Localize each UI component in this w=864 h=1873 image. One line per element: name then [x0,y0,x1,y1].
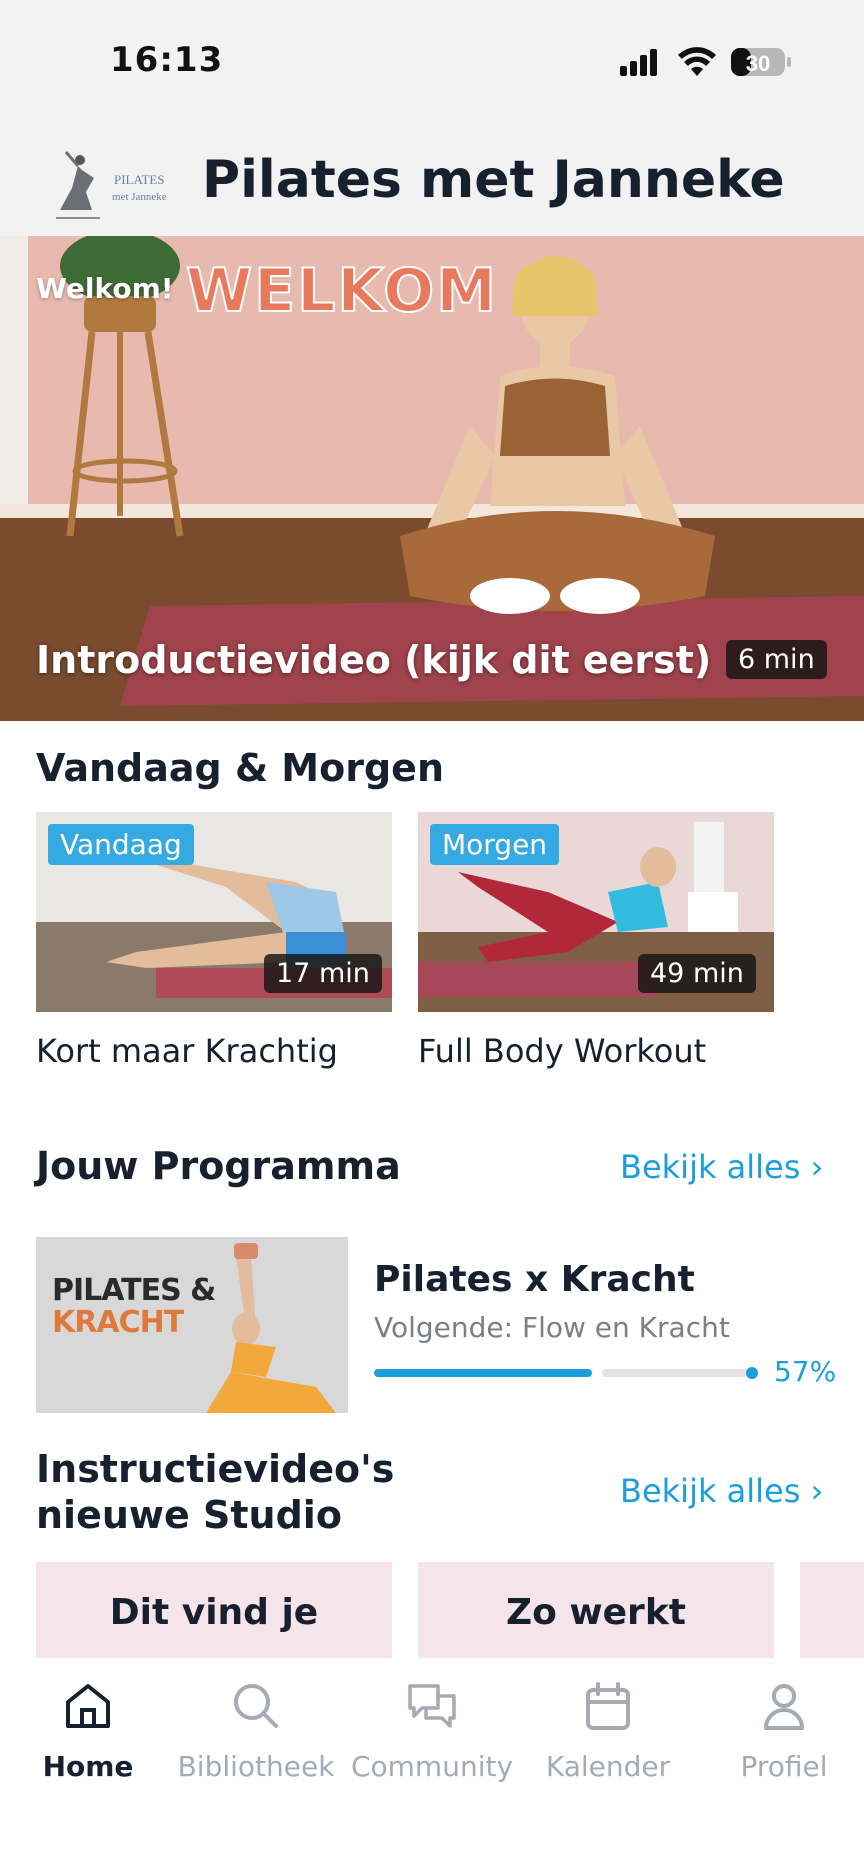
status-time: 16:13 [110,40,224,80]
logo-text-line1: PILATES [114,172,165,187]
tab-home[interactable]: Home [0,1658,176,1788]
progress-remaining [602,1369,748,1377]
studio-card-text: Dit vind je [109,1592,319,1633]
bottom-tab-bar: Home Bibliotheek Community Kalender Prof… [0,1658,864,1873]
workout-card-today[interactable]: Vandaag 17 min Kort maar Krachtig [36,812,392,1072]
chat-bubbles-icon [408,1684,456,1728]
app-header: PILATES met Janneke Pilates met Janneke [0,130,864,236]
studio-card[interactable]: Zo werkt [418,1562,774,1658]
program-progress-percent: 57% [774,1355,837,1388]
see-all-label: Bekijk alles [620,1472,801,1510]
program-see-all-link[interactable]: Bekijk alles › [620,1148,823,1186]
search-icon [234,1684,278,1728]
studio-see-all-link[interactable]: Bekijk alles › [620,1472,823,1510]
hero-video-title: Introductievideo (kijk dit eerst) [36,638,712,682]
program-name: Pilates x Kracht [374,1259,695,1300]
program-next-session: Volgende: Flow en Kracht [374,1311,730,1344]
signal-icon [620,49,657,76]
card-badge-today: Vandaag [48,824,194,865]
card-duration-badge: 17 min [264,954,382,993]
studio-card-text: Zo werkt [506,1592,686,1633]
program-card[interactable]: PILATES & KRACHT Pilates x Kracht Volgen… [36,1237,836,1413]
card-duration-badge: 49 min [638,954,756,993]
logo-text-line2: met Janneke [112,191,167,203]
status-bar: 16:13 30 [0,0,864,130]
tab-label: Home [42,1750,134,1783]
home-icon [66,1684,110,1728]
card-label: Full Body Workout [418,1032,707,1070]
wifi-icon [678,47,716,76]
person-icon [764,1684,804,1730]
battery-level: 30 [746,51,770,76]
tab-label: Community [350,1750,514,1783]
progress-end-dot [746,1367,758,1379]
battery-icon: 30 [731,48,791,76]
tab-profiel[interactable]: Profiel [696,1658,864,1788]
tab-label: Bibliotheek [177,1750,335,1783]
program-progress-bar [374,1367,758,1379]
program-thumbnail: PILATES & KRACHT [36,1237,348,1413]
calendar-icon [586,1682,630,1730]
card-label: Kort maar Krachtig [36,1032,338,1070]
hero-welcome-small: Welkom! [36,272,174,305]
see-all-label: Bekijk alles [620,1148,801,1186]
brand-logo: PILATES met Janneke [56,151,167,219]
studio-section-title: Instructievideo's nieuwe Studio [36,1447,395,1537]
tab-community[interactable]: Community [344,1658,520,1788]
card-badge-tomorrow: Morgen [430,824,560,865]
hero-duration-badge: 6 min [726,640,827,679]
program-thumb-text-1: PILATES & [52,1273,216,1308]
app-title: Pilates met Janneke [202,150,785,210]
today-tomorrow-title: Vandaag & Morgen [36,746,444,790]
program-thumb-text-2: KRACHT [52,1305,184,1340]
chevron-right-icon: › [810,1148,824,1186]
workout-card-tomorrow[interactable]: Morgen 49 min Full Body Workout [418,812,774,1072]
hero-welcome-big: WELKOM [185,255,498,327]
studio-card[interactable]: Dit vind je [36,1562,392,1658]
studio-card[interactable] [800,1562,864,1658]
tab-label: Kalender [545,1750,671,1783]
chevron-right-icon: › [810,1472,824,1510]
progress-fill [374,1369,592,1377]
tab-label: Profiel [740,1750,828,1783]
program-section-title: Jouw Programma [36,1144,401,1188]
hero-video-card[interactable]: Welkom! WELKOM Introductievideo (kijk di… [0,236,864,721]
tab-kalender[interactable]: Kalender [520,1658,696,1788]
tab-bibliotheek[interactable]: Bibliotheek [168,1658,344,1788]
